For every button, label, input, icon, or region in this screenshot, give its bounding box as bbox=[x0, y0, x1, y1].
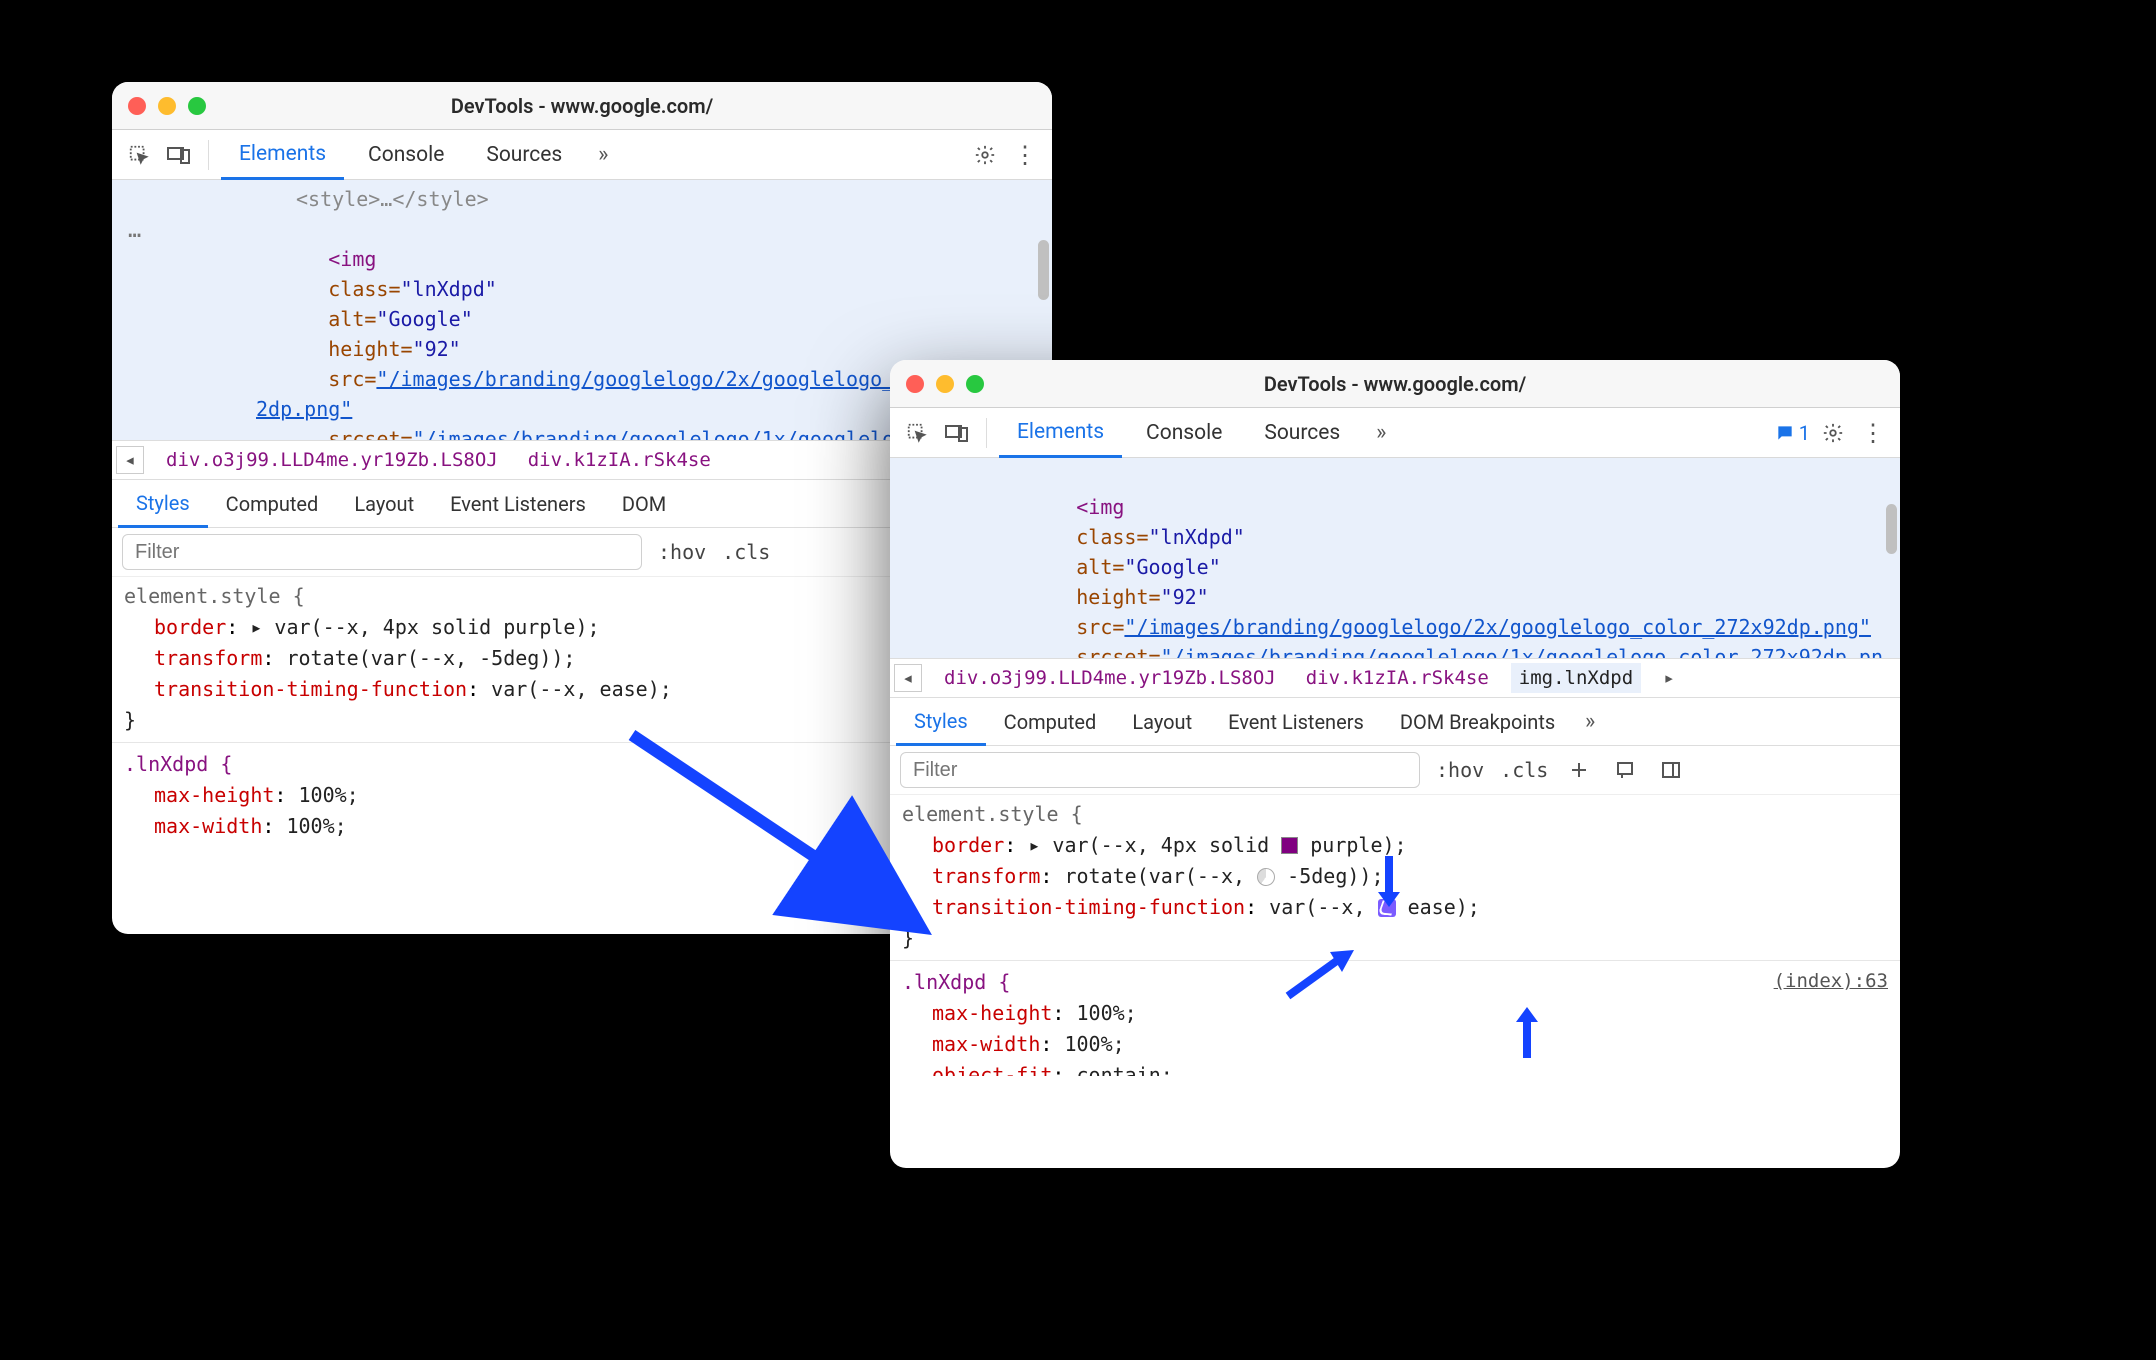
angle-swatch-icon[interactable] bbox=[1257, 868, 1275, 886]
subtab-layout[interactable]: Layout bbox=[336, 480, 432, 527]
device-mode-icon[interactable] bbox=[162, 138, 196, 172]
selector-lnxdpd[interactable]: .lnXdpd { bbox=[902, 970, 1010, 994]
cls-toggle[interactable]: .cls bbox=[1500, 758, 1548, 782]
new-rule-icon[interactable] bbox=[1564, 755, 1594, 785]
breadcrumb-item-2[interactable]: img.lnXdpd bbox=[1511, 663, 1641, 693]
color-swatch-icon[interactable] bbox=[1281, 837, 1298, 854]
styles-pane: element.style { border: ▸ var(--x, 4px s… bbox=[890, 795, 1900, 1086]
main-toolbar: Elements Console Sources » ⋮ bbox=[112, 130, 1052, 180]
tab-elements[interactable]: Elements bbox=[221, 130, 344, 180]
subtab-event-listeners[interactable]: Event Listeners bbox=[432, 480, 604, 527]
sidebar-icon[interactable] bbox=[1656, 755, 1686, 785]
minimize-icon[interactable] bbox=[936, 375, 954, 393]
devtools-window-right: DevTools - www.google.com/ Elements Cons… bbox=[890, 360, 1900, 1168]
css-decl-ttf[interactable]: transition-timing-function: var(--x, eas… bbox=[902, 892, 1888, 923]
pin-icon[interactable] bbox=[1610, 755, 1640, 785]
inspect-icon[interactable] bbox=[900, 416, 934, 450]
filter-row: :hov .cls bbox=[890, 746, 1900, 795]
chevron-right-icon[interactable]: ▸ bbox=[1655, 664, 1683, 692]
scrollbar-thumb[interactable] bbox=[1886, 504, 1897, 554]
hov-toggle[interactable]: :hov bbox=[658, 540, 706, 564]
breadcrumb-item-1[interactable]: div.k1zIA.rSk4se bbox=[520, 445, 719, 475]
separator bbox=[208, 140, 209, 170]
more-tabs-icon[interactable]: » bbox=[586, 138, 620, 172]
cls-toggle[interactable]: .cls bbox=[722, 540, 770, 564]
titlebar: DevTools - www.google.com/ bbox=[112, 82, 1052, 130]
kebab-icon[interactable]: ⋮ bbox=[1856, 416, 1890, 450]
breadcrumb-item-0[interactable]: div.o3j99.LLD4me.yr19Zb.LS8OJ bbox=[936, 663, 1284, 693]
separator bbox=[986, 418, 987, 448]
subtab-computed[interactable]: Computed bbox=[208, 480, 337, 527]
tab-console[interactable]: Console bbox=[350, 130, 462, 180]
close-icon[interactable] bbox=[128, 97, 146, 115]
subtab-layout[interactable]: Layout bbox=[1114, 698, 1210, 745]
breadcrumb-item-0[interactable]: div.o3j99.LLD4me.yr19Zb.LS8OJ bbox=[158, 445, 506, 475]
subtab-computed[interactable]: Computed bbox=[986, 698, 1115, 745]
css-decl-transform[interactable]: transform: rotate(var(--x, -5deg)); bbox=[902, 861, 1888, 892]
gear-icon[interactable] bbox=[1816, 416, 1850, 450]
subtab-dom-breakpoints[interactable]: DOM bbox=[604, 480, 682, 527]
gear-icon[interactable] bbox=[968, 138, 1002, 172]
tab-elements[interactable]: Elements bbox=[999, 408, 1122, 458]
tab-sources[interactable]: Sources bbox=[1246, 408, 1358, 458]
filter-input[interactable] bbox=[122, 534, 642, 570]
issues-count: 1 bbox=[1799, 421, 1810, 445]
selector-element-style[interactable]: element.style { bbox=[902, 799, 1888, 830]
device-mode-icon[interactable] bbox=[940, 416, 974, 450]
zoom-icon[interactable] bbox=[188, 97, 206, 115]
close-brace: } bbox=[902, 923, 1888, 954]
titlebar: DevTools - www.google.com/ bbox=[890, 360, 1900, 408]
traffic-lights bbox=[128, 97, 206, 115]
window-title: DevTools - www.google.com/ bbox=[112, 94, 1052, 118]
more-tabs-icon[interactable]: » bbox=[1364, 416, 1398, 450]
source-link[interactable]: (index):63 bbox=[1774, 967, 1888, 996]
inspect-icon[interactable] bbox=[122, 138, 156, 172]
chevron-left-icon[interactable]: ◂ bbox=[894, 664, 922, 692]
css-decl[interactable]: max-height: 100%; bbox=[902, 998, 1888, 1029]
minimize-icon[interactable] bbox=[158, 97, 176, 115]
breadcrumb: ◂ div.o3j99.LLD4me.yr19Zb.LS8OJ div.k1zI… bbox=[890, 658, 1900, 698]
tab-console[interactable]: Console bbox=[1128, 408, 1240, 458]
css-decl-border[interactable]: border: ▸ var(--x, 4px solid purple); bbox=[902, 830, 1888, 861]
kebab-icon[interactable]: ⋮ bbox=[1008, 138, 1042, 172]
subtab-event-listeners[interactable]: Event Listeners bbox=[1210, 698, 1382, 745]
css-decl[interactable]: max-width: 100%; bbox=[902, 1029, 1888, 1060]
src-link[interactable]: "/images/branding/googlelogo/2x/googlelo… bbox=[1124, 615, 1871, 639]
chevron-left-icon[interactable]: ◂ bbox=[116, 446, 144, 474]
subtab-styles[interactable]: Styles bbox=[896, 699, 986, 746]
more-subtabs-icon[interactable]: » bbox=[1573, 705, 1607, 739]
dom-node-img[interactable]: <img class="lnXdpd" alt="Google" height=… bbox=[904, 462, 1886, 658]
hov-toggle[interactable]: :hov bbox=[1436, 758, 1484, 782]
breadcrumb-item-1[interactable]: div.k1zIA.rSk4se bbox=[1298, 663, 1497, 693]
issues-button[interactable]: 1 bbox=[1775, 421, 1810, 445]
main-toolbar: Elements Console Sources » 1 ⋮ bbox=[890, 408, 1900, 458]
subtab-styles[interactable]: Styles bbox=[118, 481, 208, 528]
dom-node-style[interactable]: <style>…</style> bbox=[166, 184, 1038, 214]
filter-input[interactable] bbox=[900, 752, 1420, 788]
styles-subtabs: Styles Computed Layout Event Listeners D… bbox=[890, 698, 1900, 746]
window-title: DevTools - www.google.com/ bbox=[890, 372, 1900, 396]
scrollbar-thumb[interactable] bbox=[1038, 240, 1049, 300]
close-icon[interactable] bbox=[906, 375, 924, 393]
css-decl[interactable]: object-fit: contain; bbox=[902, 1060, 1888, 1076]
traffic-lights bbox=[906, 375, 984, 393]
subtab-dom-breakpoints[interactable]: DOM Breakpoints bbox=[1382, 698, 1573, 745]
bezier-swatch-icon[interactable] bbox=[1378, 899, 1396, 917]
tab-sources[interactable]: Sources bbox=[468, 130, 580, 180]
dom-tree[interactable]: <img class="lnXdpd" alt="Google" height=… bbox=[890, 458, 1900, 658]
zoom-icon[interactable] bbox=[966, 375, 984, 393]
